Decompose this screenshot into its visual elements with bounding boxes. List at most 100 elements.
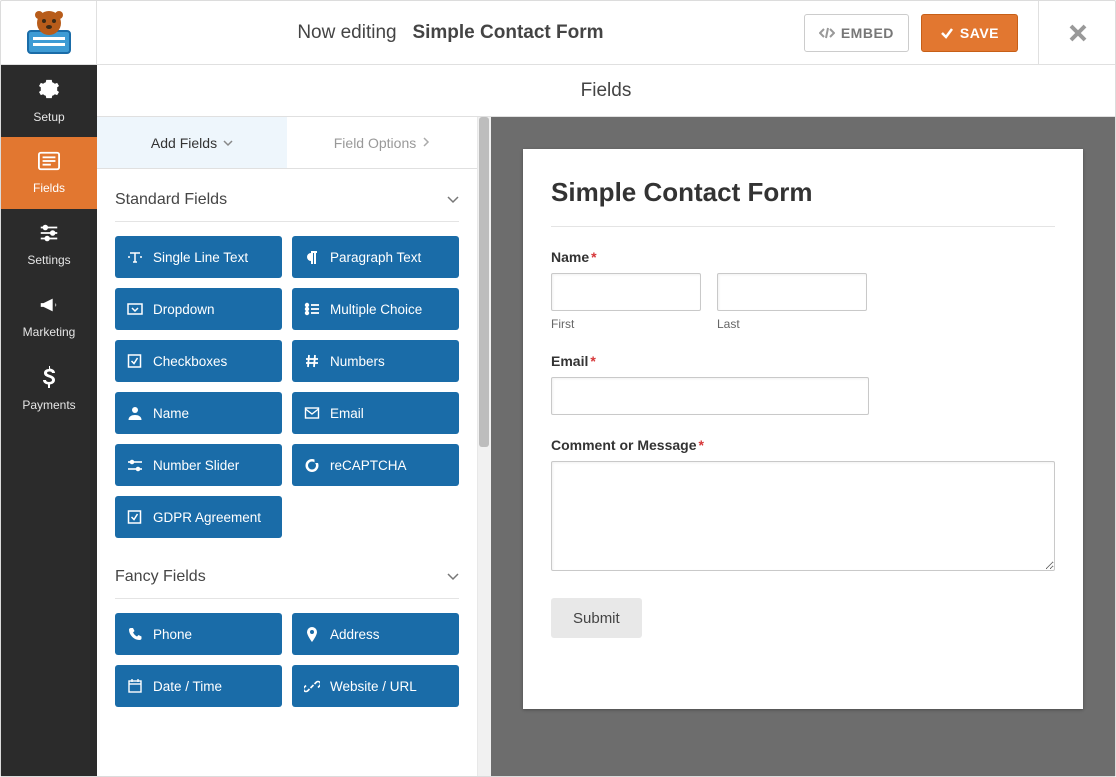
- panel-scrollbar-thumb[interactable]: [479, 117, 489, 447]
- tab-add-fields-label: Add Fields: [151, 135, 217, 151]
- section-fancy-title: Fancy Fields: [115, 568, 206, 586]
- comment-textarea[interactable]: [551, 461, 1055, 571]
- field-email[interactable]: Email: [292, 392, 459, 434]
- form-card[interactable]: Simple Contact Form Name* First Last: [523, 149, 1083, 709]
- now-editing-label: Now editing: [297, 22, 396, 43]
- sidebar-item-marketing[interactable]: Marketing: [1, 281, 97, 353]
- field-paragraph-text[interactable]: Paragraph Text: [292, 236, 459, 278]
- sidebar-label-marketing: Marketing: [23, 325, 76, 339]
- first-name-input[interactable]: [551, 273, 701, 311]
- chevron-down-icon: [447, 191, 459, 209]
- dropdown-icon: [127, 301, 143, 317]
- field-recaptcha[interactable]: reCAPTCHA: [292, 444, 459, 486]
- form-preview: Simple Contact Form Name* First Last: [491, 117, 1115, 776]
- recaptcha-icon: [304, 457, 320, 473]
- hash-icon: [304, 353, 320, 369]
- app-header: Now editing Simple Contact Form EMBED SA…: [1, 1, 1115, 65]
- check-icon: [940, 26, 954, 40]
- user-icon: [127, 405, 143, 421]
- standard-fields-grid: Single Line Text Paragraph Text Dropdown…: [97, 222, 477, 546]
- dollar-icon: [42, 366, 56, 392]
- panel-scrollbar-track[interactable]: [477, 117, 491, 776]
- list-icon: [304, 301, 320, 317]
- field-date-time[interactable]: Date / Time: [115, 665, 282, 707]
- embed-button[interactable]: EMBED: [804, 14, 909, 52]
- last-name-input[interactable]: [717, 273, 867, 311]
- field-dropdown[interactable]: Dropdown: [115, 288, 282, 330]
- gear-icon: [38, 78, 60, 104]
- preview-form-title: Simple Contact Form: [551, 177, 1055, 208]
- section-fancy-fields[interactable]: Fancy Fields: [97, 546, 477, 598]
- checkbox-icon: [127, 353, 143, 369]
- text-icon: [127, 249, 143, 265]
- sidebar-item-setup[interactable]: Setup: [1, 65, 97, 137]
- embed-code-icon: [819, 26, 835, 40]
- sidebar-item-payments[interactable]: Payments: [1, 353, 97, 425]
- chevron-right-icon: [422, 136, 430, 150]
- sliders-icon: [38, 223, 60, 247]
- name-label: Name*: [551, 249, 1055, 265]
- tab-field-options[interactable]: Field Options: [287, 117, 477, 168]
- field-row-name[interactable]: Name* First Last: [551, 249, 1055, 331]
- tab-field-options-label: Field Options: [334, 135, 416, 151]
- fields-heading: Fields: [97, 65, 1115, 117]
- field-multiple-choice[interactable]: Multiple Choice: [292, 288, 459, 330]
- checkbox-icon: [127, 509, 143, 525]
- comment-label: Comment or Message*: [551, 437, 1055, 453]
- preview-divider: [551, 226, 1055, 227]
- paragraph-icon: [304, 249, 320, 265]
- last-name-sublabel: Last: [717, 317, 867, 331]
- sidebar-item-fields[interactable]: Fields: [1, 137, 97, 209]
- section-standard-title: Standard Fields: [115, 191, 227, 209]
- required-mark: *: [590, 353, 595, 369]
- save-label: SAVE: [960, 25, 999, 41]
- sidebar: Setup Fields Settings Marketing: [1, 65, 97, 776]
- fancy-fields-grid: Phone Address Date / Time Website / URL: [97, 599, 477, 715]
- close-button[interactable]: [1051, 23, 1105, 43]
- section-standard-fields[interactable]: Standard Fields: [97, 169, 477, 221]
- chevron-down-icon: [447, 568, 459, 586]
- submit-button[interactable]: Submit: [551, 598, 642, 638]
- panel-tabs: Add Fields Field Options: [97, 117, 477, 169]
- sidebar-label-settings: Settings: [27, 253, 70, 267]
- sidebar-label-fields: Fields: [33, 181, 65, 195]
- email-input[interactable]: [551, 377, 869, 415]
- sidebar-item-settings[interactable]: Settings: [1, 209, 97, 281]
- email-label: Email*: [551, 353, 1055, 369]
- field-row-comment[interactable]: Comment or Message*: [551, 437, 1055, 576]
- link-icon: [304, 678, 320, 694]
- save-button[interactable]: SAVE: [921, 14, 1018, 52]
- chevron-down-icon: [223, 136, 233, 150]
- required-mark: *: [591, 249, 596, 265]
- field-gdpr-agreement[interactable]: GDPR Agreement: [115, 496, 282, 538]
- required-mark: *: [698, 437, 703, 453]
- calendar-icon: [127, 678, 143, 694]
- header-divider: [1038, 1, 1039, 65]
- field-number-slider[interactable]: Number Slider: [115, 444, 282, 486]
- field-name[interactable]: Name: [115, 392, 282, 434]
- phone-icon: [127, 626, 143, 642]
- field-numbers[interactable]: Numbers: [292, 340, 459, 382]
- app-logo: [1, 1, 97, 65]
- map-pin-icon: [304, 626, 320, 642]
- field-address[interactable]: Address: [292, 613, 459, 655]
- sidebar-label-payments: Payments: [22, 398, 75, 412]
- sliders-icon: [127, 457, 143, 473]
- form-icon: [38, 151, 60, 175]
- embed-label: EMBED: [841, 25, 894, 41]
- field-checkboxes[interactable]: Checkboxes: [115, 340, 282, 382]
- close-icon: [1068, 23, 1088, 43]
- tab-add-fields[interactable]: Add Fields: [97, 117, 287, 168]
- bullhorn-icon: [38, 295, 60, 319]
- wpforms-logo-icon: [20, 9, 78, 57]
- field-website-url[interactable]: Website / URL: [292, 665, 459, 707]
- fields-panel: Add Fields Field Options Standard F: [97, 117, 491, 776]
- form-name: Simple Contact Form: [412, 22, 603, 43]
- envelope-icon: [304, 405, 320, 421]
- sidebar-label-setup: Setup: [33, 110, 64, 124]
- field-phone[interactable]: Phone: [115, 613, 282, 655]
- page-title: Now editing Simple Contact Form: [97, 22, 804, 44]
- first-name-sublabel: First: [551, 317, 701, 331]
- field-single-line-text[interactable]: Single Line Text: [115, 236, 282, 278]
- field-row-email[interactable]: Email*: [551, 353, 1055, 415]
